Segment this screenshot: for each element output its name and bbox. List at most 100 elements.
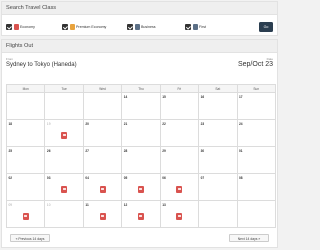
calendar-day-cell[interactable]: 05 xyxy=(121,173,161,201)
seat-available-icon[interactable] xyxy=(99,186,106,193)
seat-icon xyxy=(134,24,140,30)
calendar-day-cell[interactable]: 08 xyxy=(236,173,277,201)
calendar-day-cell[interactable]: 25 xyxy=(5,146,46,174)
calendar-day-cell[interactable]: 09 xyxy=(5,200,46,228)
calendar-day-cell[interactable]: 17 xyxy=(236,92,277,120)
seat-available-icon[interactable] xyxy=(137,186,144,193)
seat-icon xyxy=(69,24,75,30)
weekday-header: Mon xyxy=(5,84,46,93)
weekday-header-row: Mon Tue Wed Thu Fri Sat Sun xyxy=(5,84,277,93)
class-label: First xyxy=(199,25,206,29)
calendar-empty-cell xyxy=(44,92,84,120)
day-number: 29 xyxy=(162,148,166,153)
from-label: From xyxy=(6,57,13,61)
day-number: 08 xyxy=(239,175,243,180)
calendar-day-cell[interactable]: 18 xyxy=(5,119,46,147)
calendar-day-cell[interactable]: 10 xyxy=(44,200,84,228)
day-number: 13 xyxy=(162,202,166,207)
calendar-day-cell[interactable]: 03 xyxy=(44,173,84,201)
calendar-day-cell[interactable]: 19 xyxy=(44,119,84,147)
day-number: 28 xyxy=(123,148,128,153)
day-number: 19 xyxy=(46,121,51,126)
calendar-day-cell[interactable]: 20 xyxy=(82,119,123,147)
go-button[interactable]: Go xyxy=(259,22,273,32)
calendar-day-cell[interactable]: 13 xyxy=(159,200,200,228)
seat-available-icon[interactable] xyxy=(176,186,183,193)
day-number: 27 xyxy=(85,148,89,153)
travel-class-panel: Search Travel Class Economy Premium Econ… xyxy=(1,1,278,36)
checkbox-icon[interactable] xyxy=(185,24,191,30)
day-number: 04 xyxy=(85,175,89,180)
seat-available-icon[interactable] xyxy=(61,186,68,193)
calendar-day-cell[interactable]: 22 xyxy=(159,119,200,147)
class-label: Business xyxy=(141,25,156,29)
calendar-day-cell[interactable]: 07 xyxy=(198,173,238,201)
calendar-day-cell[interactable]: 12 xyxy=(121,200,161,228)
calendar-day-cell[interactable]: 01 xyxy=(236,146,277,174)
calendar-week-row: 02 03 04 05 06 07 08 xyxy=(5,173,277,201)
previous-14-days-button[interactable]: « Previous 14 days xyxy=(10,234,50,242)
calendar-day-cell[interactable]: 14 xyxy=(121,92,161,120)
class-option-economy[interactable]: Economy xyxy=(6,23,35,31)
day-number: 23 xyxy=(200,121,205,126)
day-number: 30 xyxy=(200,148,205,153)
day-number: 14 xyxy=(123,94,128,99)
day-number: 01 xyxy=(239,148,243,153)
seat-available-icon[interactable] xyxy=(22,213,29,220)
checkbox-icon[interactable] xyxy=(6,24,12,30)
day-number: 09 xyxy=(8,202,13,207)
day-number: 17 xyxy=(239,94,243,99)
day-number: 18 xyxy=(8,121,13,126)
calendar-day-cell[interactable]: 16 xyxy=(198,92,238,120)
calendar-day-cell[interactable]: 04 xyxy=(82,173,123,201)
day-number: 06 xyxy=(162,175,166,180)
weekday-header: Fri xyxy=(159,84,200,93)
day-number: 05 xyxy=(123,175,128,180)
seat-available-icon[interactable] xyxy=(176,213,183,220)
day-number: 11 xyxy=(85,202,89,207)
travel-class-options: Economy Premium Economy Business First G… xyxy=(6,22,273,32)
calendar-empty-cell xyxy=(198,200,238,228)
flight-calendar: Mon Tue Wed Thu Fri Sat Sun 14 15 16 17 18 19… xyxy=(5,84,277,228)
class-option-business[interactable]: Business xyxy=(127,23,156,31)
calendar-empty-cell xyxy=(236,200,277,228)
seat-available-icon[interactable] xyxy=(137,213,144,220)
seat-available-icon[interactable] xyxy=(61,132,68,139)
calendar-day-cell[interactable]: 02 xyxy=(5,173,46,201)
month-text: Sep/Oct 23 xyxy=(237,61,273,68)
checkbox-icon[interactable] xyxy=(62,24,68,30)
route-text: Sydney to Tokyo (Haneda) xyxy=(6,62,77,68)
calendar-day-cell[interactable]: 06 xyxy=(159,173,200,201)
calendar-empty-cell xyxy=(5,92,46,120)
calendar-day-cell[interactable]: 28 xyxy=(121,146,161,174)
weekday-header: Sat xyxy=(198,84,238,93)
day-number: 26 xyxy=(46,148,51,153)
day-number: 10 xyxy=(46,202,51,207)
calendar-day-cell[interactable]: 21 xyxy=(121,119,161,147)
calendar-day-cell[interactable]: 30 xyxy=(198,146,238,174)
day-number: 24 xyxy=(239,121,243,126)
calendar-day-cell[interactable]: 11 xyxy=(82,200,123,228)
class-option-premium-economy[interactable]: Premium Economy xyxy=(62,23,106,31)
day-number: 07 xyxy=(200,175,205,180)
seat-available-icon[interactable] xyxy=(99,213,106,220)
day-number: 15 xyxy=(162,94,166,99)
day-number: 16 xyxy=(200,94,205,99)
calendar-day-cell[interactable]: 24 xyxy=(236,119,277,147)
calendar-week-row: 09 10 11 12 13 xyxy=(5,200,277,228)
weekday-header: Tue xyxy=(44,84,84,93)
day-number: 12 xyxy=(123,202,128,207)
class-label: Premium Economy xyxy=(76,25,107,29)
weekday-header: Thu xyxy=(121,84,161,93)
route-row: From Sydney to Tokyo (Haneda) Date Sep/O… xyxy=(6,57,273,74)
calendar-day-cell[interactable]: 26 xyxy=(44,146,84,174)
next-14-days-button[interactable]: Next 14 days » xyxy=(229,234,269,242)
checkbox-icon[interactable] xyxy=(127,24,133,30)
class-option-first[interactable]: First xyxy=(185,23,206,31)
calendar-empty-cell xyxy=(82,92,123,120)
calendar-day-cell[interactable]: 23 xyxy=(198,119,238,147)
calendar-day-cell[interactable]: 29 xyxy=(159,146,200,174)
calendar-day-cell[interactable]: 27 xyxy=(82,146,123,174)
day-number: 03 xyxy=(46,175,51,180)
calendar-day-cell[interactable]: 15 xyxy=(159,92,200,120)
